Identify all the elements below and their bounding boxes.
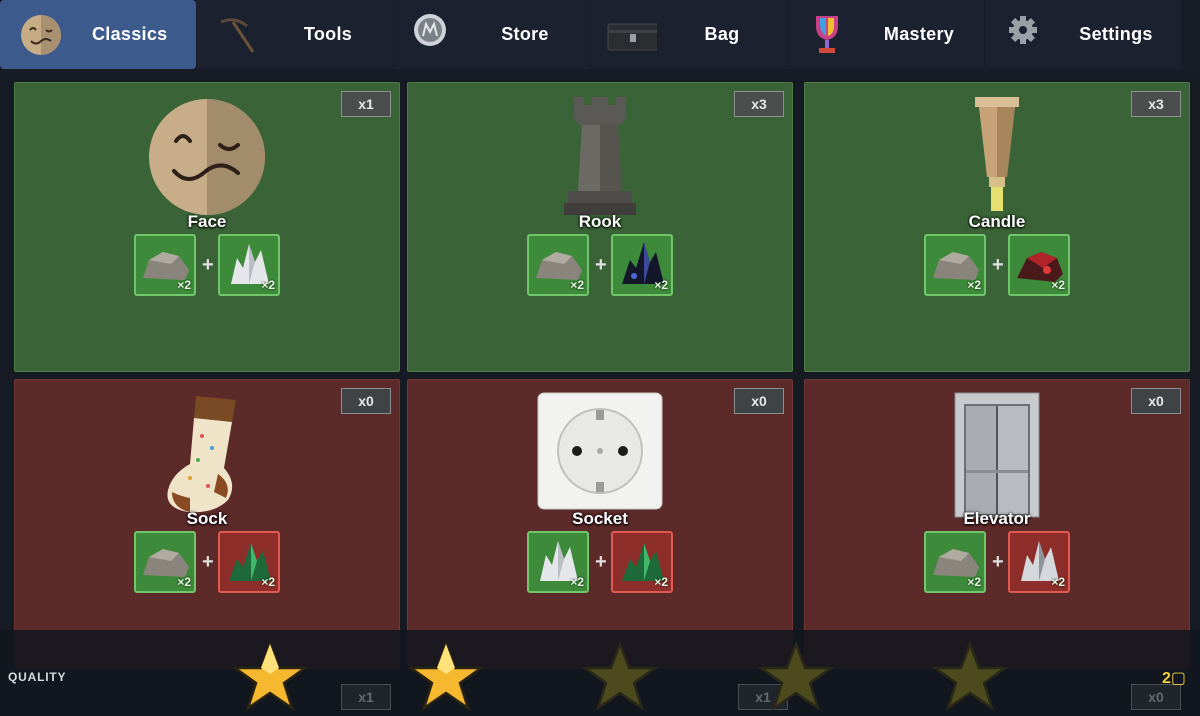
owned-count: x1	[341, 91, 391, 117]
plus-sign: +	[202, 253, 214, 276]
quality-value: 2▢	[1161, 670, 1186, 687]
star-filled-icon[interactable]	[232, 640, 308, 716]
star-empty-icon[interactable]	[758, 640, 834, 716]
owned-count: x0	[341, 388, 391, 414]
recipe-card-sock[interactable]: x0 Sock ×2 + ×2	[14, 379, 400, 669]
ingredient-slot-missing[interactable]: ×2	[1008, 531, 1070, 593]
recipe-ingredients: ×2 + ×2	[134, 531, 280, 593]
recipe-ingredients: ×2 + ×2	[924, 234, 1070, 296]
owned-count: x0	[734, 388, 784, 414]
ingredient-slot[interactable]: ×2	[134, 531, 196, 593]
game-screen: Classics Tools Store Bag Mastery Setting…	[0, 0, 1200, 716]
ingredient-slot[interactable]: ×2	[218, 234, 280, 296]
tab-label: Classics	[92, 24, 168, 44]
ingredient-slot-missing[interactable]: ×2	[218, 531, 280, 593]
owned-count: x0	[1131, 388, 1181, 414]
star-filled-icon[interactable]	[408, 640, 484, 716]
recipe-card-face[interactable]: x1 Face ×2 + ×2	[14, 82, 400, 372]
owned-count: x3	[1131, 91, 1181, 117]
face-icon	[21, 15, 61, 55]
recipe-ingredients: ×2 + ×2	[924, 531, 1070, 593]
rook-item-icon	[564, 97, 636, 215]
ingredient-slot[interactable]: ×2	[924, 531, 986, 593]
plus-sign: +	[595, 550, 607, 573]
recipe-card-elevator[interactable]: x0 Elevator ×2 + ×2	[804, 379, 1190, 669]
face-item-icon	[149, 99, 265, 215]
tab-label: Bag	[704, 24, 740, 44]
tab-mastery[interactable]: Mastery	[788, 0, 984, 69]
recipe-card-socket[interactable]: x0 Socket ×2 + ×2	[407, 379, 793, 669]
tab-label: Tools	[303, 24, 353, 44]
candle-item-icon	[975, 97, 1019, 211]
item-name: Rook	[578, 212, 622, 231]
quality-label: QUALITY	[8, 670, 67, 684]
coin-icon	[414, 14, 446, 46]
ingredient-slot[interactable]: ×2	[527, 234, 589, 296]
case-icon	[607, 23, 657, 51]
tab-label: Mastery	[883, 24, 955, 44]
plus-sign: +	[202, 550, 214, 573]
ingredient-slot[interactable]: ×2	[1008, 234, 1070, 296]
tab-label: Store	[501, 24, 549, 44]
item-name: Socket	[572, 509, 628, 528]
plus-sign: +	[595, 253, 607, 276]
top-nav: Classics Tools Store Bag Mastery Setting…	[0, 0, 1200, 72]
item-name: Candle	[968, 212, 1026, 231]
plus-sign: +	[992, 550, 1004, 573]
recipe-card-rook[interactable]: x3 Rook ×2 + ×2	[407, 82, 793, 372]
tab-classics[interactable]: Classics	[0, 0, 196, 69]
elevator-item-icon	[954, 392, 1040, 518]
quality-bar: x1 x1 x0 QUALITY 2▢	[0, 630, 1200, 716]
background-count: x1	[341, 684, 391, 710]
recipe-ingredients: ×2 + ×2	[527, 234, 673, 296]
ingredient-slot[interactable]: ×2	[134, 234, 196, 296]
item-name: Sock	[186, 509, 228, 528]
recipe-card-candle[interactable]: x3 Candle ×2 + ×2	[804, 82, 1190, 372]
recipe-ingredients: ×2 + ×2	[527, 531, 673, 593]
ingredient-slot[interactable]: ×2	[924, 234, 986, 296]
gear-icon	[1009, 16, 1037, 44]
star-empty-icon[interactable]	[932, 640, 1008, 716]
tab-settings[interactable]: Settings	[985, 0, 1181, 69]
ingredient-slot[interactable]: ×2	[527, 531, 589, 593]
trophy-icon	[816, 16, 838, 53]
socket-item-icon	[537, 392, 663, 510]
tab-tools[interactable]: Tools	[197, 0, 393, 69]
star-empty-icon[interactable]	[582, 640, 658, 716]
plus-sign: +	[992, 253, 1004, 276]
item-name: Elevator	[963, 509, 1031, 528]
ingredient-slot-missing[interactable]: ×2	[611, 531, 673, 593]
tab-label: Settings	[1079, 24, 1153, 44]
sock-item-icon	[167, 396, 236, 513]
ingredient-slot[interactable]: ×2	[611, 234, 673, 296]
pickaxe-icon	[220, 18, 255, 53]
recipe-ingredients: ×2 + ×2	[134, 234, 280, 296]
tab-store[interactable]: Store	[394, 0, 590, 69]
owned-count: x3	[734, 91, 784, 117]
item-name: Face	[187, 212, 227, 231]
tab-bag[interactable]: Bag	[591, 0, 787, 69]
